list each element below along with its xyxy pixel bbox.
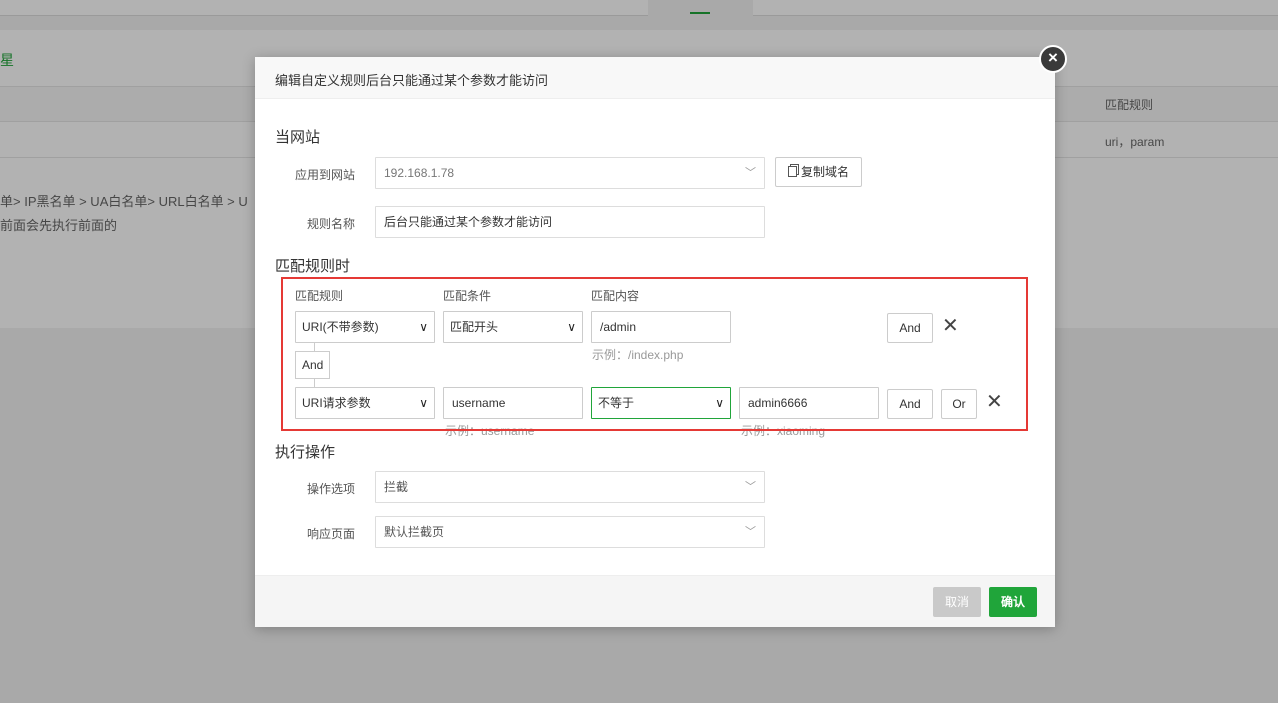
row1-condition-select[interactable]: 匹配开头 ∨ — [443, 311, 583, 343]
col-match-rule: 匹配规则 — [295, 289, 344, 303]
row2-and-button[interactable]: And — [887, 389, 933, 419]
col-match-content: 匹配内容 — [591, 289, 640, 303]
row1-content-input[interactable]: /admin — [591, 311, 731, 343]
chevron-down-icon: ∨ — [715, 396, 724, 410]
connector-line-bottom — [314, 379, 315, 387]
cancel-button[interactable]: 取消 — [933, 587, 981, 617]
chevron-down-icon: ∨ — [567, 320, 576, 334]
action-value: 拦截 — [384, 480, 409, 494]
row1-rule-select[interactable]: URI(不带参数) ∨ — [295, 311, 435, 343]
apply-site-select[interactable]: 192.168.1.78 ﹀ — [375, 157, 765, 189]
row2-content-hint: 示例：xiaoming — [741, 424, 826, 438]
copy-domain-label: 复制域名 — [800, 165, 849, 179]
row2-or-button[interactable]: Or — [941, 389, 977, 419]
chevron-down-icon: ﹀ — [745, 167, 756, 179]
col-match-condition: 匹配条件 — [443, 289, 492, 303]
section-site-title: 当网站 — [275, 129, 321, 146]
row1-remove-icon[interactable]: ✕ — [942, 316, 959, 336]
section-match-title: 匹配规则时 — [275, 258, 351, 275]
chevron-down-icon: ﹀ — [745, 526, 756, 538]
row2-rule-select[interactable]: URI请求参数 ∨ — [295, 387, 435, 419]
action-select[interactable]: 拦截 ﹀ — [375, 471, 765, 503]
confirm-button[interactable]: 确认 — [989, 587, 1037, 617]
apply-site-value: 192.168.1.78 — [384, 166, 455, 180]
row2-param-hint: 示例：username — [445, 424, 535, 438]
rule-name-input[interactable]: 后台只能通过某个参数才能访问 — [375, 206, 765, 238]
chevron-down-icon: ∨ — [419, 320, 428, 334]
dialog-title: 编辑自定义规则后台只能通过某个参数才能访问 — [255, 57, 1055, 99]
response-select[interactable]: 默认拦截页 ﹀ — [375, 516, 765, 548]
response-value: 默认拦截页 — [384, 525, 445, 539]
row1-and-button[interactable]: And — [887, 313, 933, 343]
connector-line-top — [314, 343, 315, 351]
row2-rule-value: URI请求参数 — [302, 396, 371, 410]
apply-site-label: 应用到网站 — [294, 168, 355, 182]
row2-condition-value: 不等于 — [598, 396, 635, 410]
row1-rule-value: URI(不带参数) — [302, 320, 379, 334]
copy-icon — [787, 166, 797, 177]
row2-remove-icon[interactable]: ✕ — [986, 392, 1003, 412]
copy-domain-button[interactable]: 复制域名 — [775, 157, 862, 187]
close-icon[interactable]: × — [1039, 45, 1067, 73]
row2-condition-select[interactable]: 不等于 ∨ — [591, 387, 731, 419]
row2-content-input[interactable]: admin6666 — [739, 387, 879, 419]
row1-content-hint: 示例：/index.php — [592, 348, 684, 362]
row1-condition-value: 匹配开头 — [450, 320, 499, 334]
connector-and-tag[interactable]: And — [295, 351, 331, 379]
rule-name-label: 规则名称 — [306, 217, 355, 231]
row2-param-input[interactable]: username — [443, 387, 583, 419]
chevron-down-icon: ﹀ — [745, 481, 756, 493]
response-label: 响应页面 — [306, 527, 355, 541]
action-label: 操作选项 — [306, 482, 355, 496]
section-action-title: 执行操作 — [275, 444, 336, 461]
chevron-down-icon: ∨ — [419, 396, 428, 410]
